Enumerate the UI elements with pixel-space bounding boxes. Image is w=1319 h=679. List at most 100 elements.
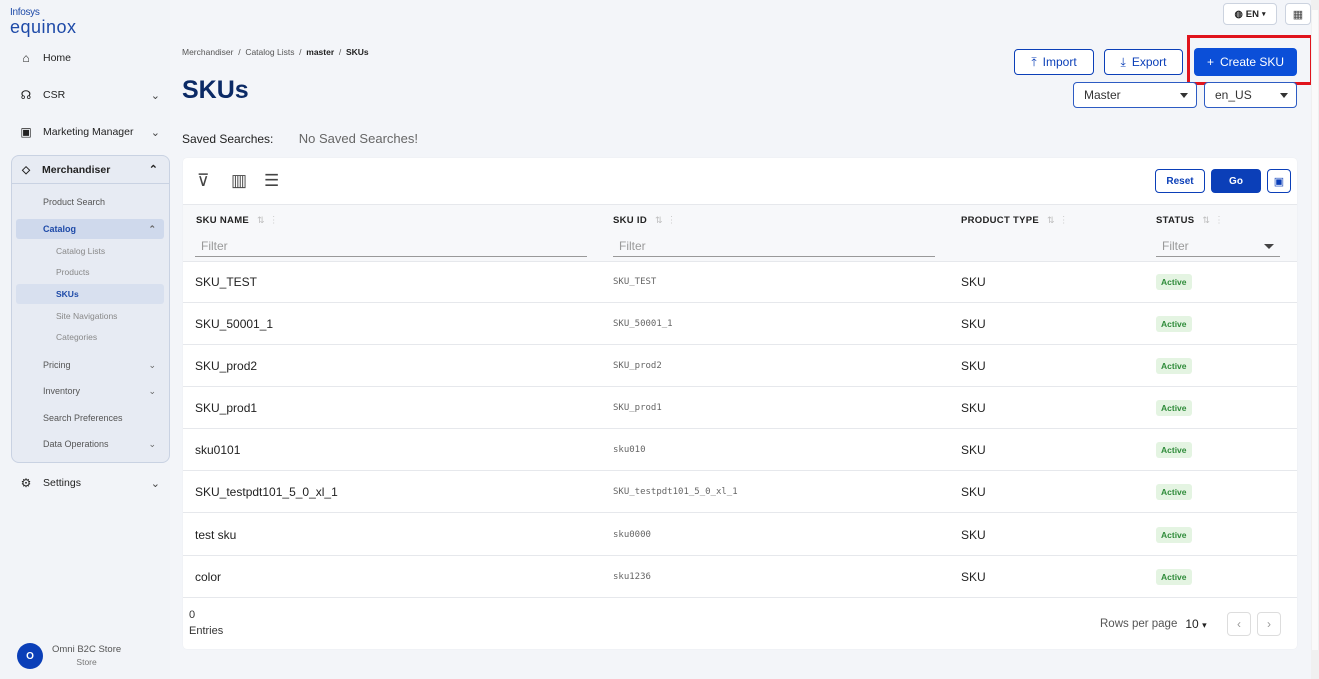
status-filter[interactable]: Filter (1156, 235, 1280, 257)
prev-page-button[interactable]: ‹ (1227, 612, 1251, 636)
chevron-down-icon: ⌄ (148, 359, 156, 370)
sidebar-item-skus[interactable]: SKUs (16, 284, 164, 304)
sidebar-item-label: Settings (43, 477, 81, 489)
entries-number: 0 (189, 609, 196, 621)
breadcrumb-current: SKUs (345, 47, 369, 57)
sidebar-item-products[interactable]: Products (16, 262, 164, 282)
sidebar: Infosys equinox ⌂ Home ☊ CSR ⌄ ▣ Marketi… (0, 0, 170, 679)
rows-per-page-value: 10 (1185, 617, 1199, 631)
sidebar-item-categories[interactable]: Categories (16, 327, 164, 347)
clear-filter-icon[interactable]: ⊽ (197, 171, 209, 191)
column-menu-icon[interactable]: ⋮ (269, 215, 279, 226)
columns-icon[interactable]: ▥ (231, 171, 247, 191)
breadcrumb-item[interactable]: master (306, 47, 334, 57)
sidebar-item-csr[interactable]: ☊ CSR ⌄ (12, 82, 170, 108)
status-cell: Active (1156, 556, 1192, 598)
sku-id-filter[interactable]: Filter (613, 235, 935, 257)
column-menu-icon[interactable]: ⋮ (1059, 215, 1069, 226)
catalog-select[interactable]: Master (1073, 82, 1197, 108)
rows-per-page-select[interactable]: 10 ▾ (1185, 617, 1206, 631)
sku-id-cell: sku010 (613, 445, 646, 455)
sku-table-card: ⊽ ▥ ☰ Reset Go ▣ SKU NAME ⇅ ⋮ SKU ID ⇅ ⋮ P… (183, 158, 1297, 649)
breadcrumb-item[interactable]: Catalog Lists (245, 47, 294, 57)
saved-searches-value: No Saved Searches! (298, 131, 418, 146)
sku-name-cell[interactable]: color (195, 556, 221, 598)
sort-icon[interactable]: ⇅ (655, 215, 663, 225)
infosys-equinox-logo[interactable]: Infosys equinox (10, 8, 77, 37)
sidebar-item-label: Catalog (43, 224, 77, 234)
sidebar-item-label: CSR (43, 89, 66, 101)
sidebar-item-label: Merchandiser (42, 163, 111, 176)
table-row[interactable]: SKU_prod2 SKU_prod2 SKU Active (183, 345, 1297, 387)
table-row[interactable]: test sku sku0000 SKU Active (183, 514, 1297, 556)
sku-name-cell[interactable]: SKU_TEST (195, 261, 257, 303)
sidebar-item-inventory[interactable]: Inventory ⌄ (16, 381, 164, 401)
sidebar-item-product-search[interactable]: Product Search (16, 192, 164, 212)
upload-icon: ⤒ (1031, 54, 1037, 69)
sidebar-item-site-navigations[interactable]: Site Navigations (16, 306, 164, 326)
next-page-button[interactable]: › (1257, 612, 1281, 636)
sidebar-item-data-operations[interactable]: Data Operations ⌄ (16, 434, 164, 454)
avatar: O (17, 643, 43, 669)
sku-name-cell[interactable]: sku0101 (195, 429, 240, 471)
sidebar-item-catalog-lists[interactable]: Catalog Lists (16, 241, 164, 261)
locale-select[interactable]: en_US (1204, 82, 1297, 108)
download-icon: ⤓ (1120, 54, 1126, 69)
column-header-status[interactable]: STATUS ⇅ ⋮ (1156, 215, 1224, 226)
table-row[interactable]: SKU_testpdt101_5_0_xl_1 SKU_testpdt101_5… (183, 471, 1297, 513)
sidebar-item-catalog[interactable]: Catalog ⌃ (16, 219, 164, 239)
go-button[interactable]: Go (1211, 169, 1261, 193)
building-icon: ▦ (1292, 8, 1304, 21)
column-header-sku-name[interactable]: SKU NAME ⇅ ⋮ (196, 215, 279, 226)
sku-name-cell[interactable]: SKU_50001_1 (195, 303, 273, 345)
column-header-sku-id[interactable]: SKU ID ⇅ ⋮ (613, 215, 677, 226)
sku-name-cell[interactable]: SKU_prod2 (195, 345, 257, 387)
sku-name-cell[interactable]: test sku (195, 514, 236, 556)
sku-name-cell[interactable]: SKU_prod1 (195, 387, 257, 429)
breadcrumb-item[interactable]: Merchandiser (182, 47, 234, 57)
product-type-cell: SKU (961, 485, 986, 499)
table-row[interactable]: SKU_50001_1 SKU_50001_1 SKU Active (183, 303, 1297, 345)
language-selector[interactable]: ◍ EN ▾ (1223, 3, 1277, 25)
sort-icon[interactable]: ⇅ (1047, 215, 1055, 225)
sidebar-item-settings[interactable]: ⚙ Settings ⌄ (12, 470, 170, 496)
table-row[interactable]: SKU_prod1 SKU_prod1 SKU Active (183, 387, 1297, 429)
sidebar-item-search-preferences[interactable]: Search Preferences (16, 408, 164, 428)
store-icon-button[interactable]: ▦ (1285, 3, 1311, 25)
status-badge: Active (1156, 569, 1192, 585)
sku-id-cell: SKU_testpdt101_5_0_xl_1 (613, 487, 738, 497)
status-cell: Active (1156, 514, 1192, 556)
table-row[interactable]: sku0101 sku010 SKU Active (183, 429, 1297, 471)
sidebar-item-pricing[interactable]: Pricing ⌄ (16, 355, 164, 375)
save-icon: ▣ (1273, 175, 1285, 188)
density-icon[interactable]: ☰ (264, 171, 279, 191)
sidebar-item-home[interactable]: ⌂ Home (12, 45, 170, 71)
status-cell: Active (1156, 303, 1192, 345)
tag-icon: ◇ (21, 163, 31, 176)
chevron-left-icon: ‹ (1237, 617, 1241, 631)
sku-name-filter[interactable]: Filter (195, 235, 587, 257)
column-label: SKU ID (613, 215, 647, 226)
column-menu-icon[interactable]: ⋮ (1214, 215, 1224, 226)
chevron-down-icon: ⌄ (150, 126, 160, 139)
scrollbar-thumb[interactable] (1312, 10, 1318, 650)
reset-button[interactable]: Reset (1155, 169, 1205, 193)
sku-name-cell[interactable]: SKU_testpdt101_5_0_xl_1 (195, 471, 338, 513)
logo-line2: equinox (10, 17, 77, 37)
sidebar-item-merchandiser[interactable]: ◇ Merchandiser ⌃ (12, 156, 169, 184)
store-info: Omni B2C Store Store (52, 644, 121, 668)
sidebar-item-marketing-manager[interactable]: ▣ Marketing Manager ⌄ (12, 119, 170, 145)
sidebar-item-label: Pricing (43, 360, 71, 370)
save-search-button[interactable]: ▣ (1267, 169, 1291, 193)
column-header-product-type[interactable]: PRODUCT TYPE ⇅ ⋮ (961, 215, 1069, 226)
column-menu-icon[interactable]: ⋮ (667, 215, 677, 226)
import-button[interactable]: ⤒ Import (1014, 49, 1094, 75)
store-switcher[interactable]: O Omni B2C Store Store (17, 643, 121, 669)
table-row[interactable]: SKU_TEST SKU_TEST SKU Active (183, 261, 1297, 303)
sort-icon[interactable]: ⇅ (1202, 215, 1210, 225)
table-row[interactable]: color sku1236 SKU Active (183, 556, 1297, 598)
status-cell: Active (1156, 429, 1192, 471)
headset-icon: ☊ (20, 88, 32, 102)
sort-icon[interactable]: ⇅ (257, 215, 265, 225)
export-button[interactable]: ⤓ Export (1104, 49, 1183, 75)
